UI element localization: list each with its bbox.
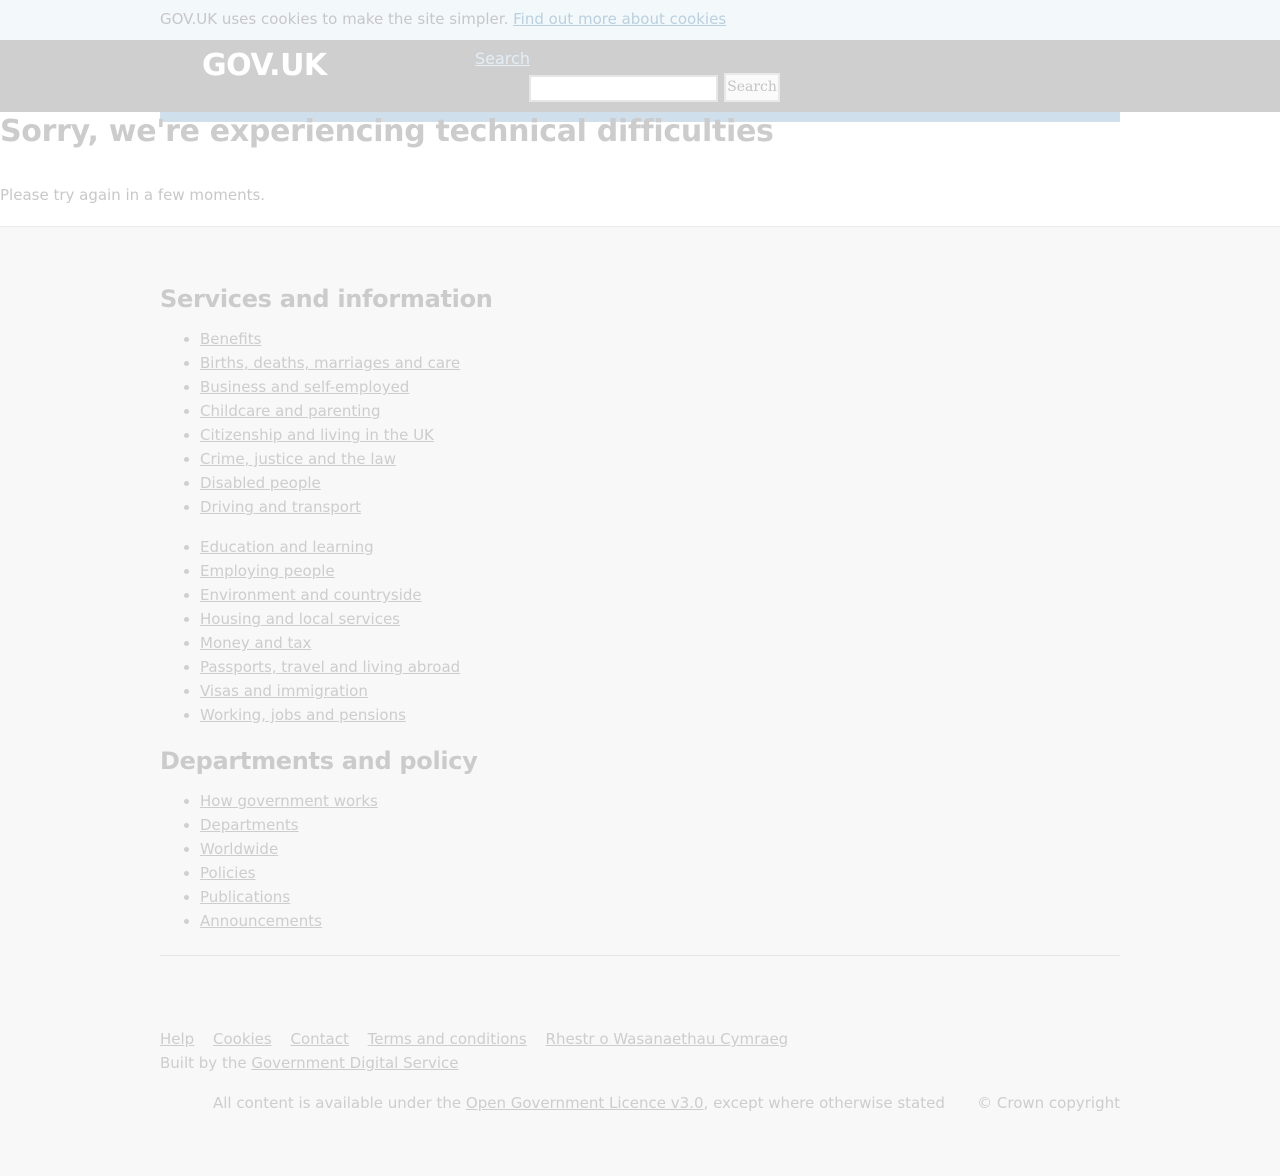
list-item: Crime, justice and the law	[200, 447, 493, 471]
crown-copyright-link[interactable]: © Crown copyright	[977, 1094, 1120, 1112]
services-list-1: Benefits Births, deaths, marriages and c…	[160, 327, 493, 519]
services-section: Services and information Benefits Births…	[160, 285, 493, 727]
services-list-2: Education and learning Employing people …	[160, 535, 493, 727]
departments-link[interactable]: Departments	[200, 816, 299, 834]
gds-link[interactable]: Government Digital Service	[251, 1054, 458, 1072]
built-by: Built by the Government Digital Service	[160, 1054, 459, 1072]
cookie-banner-text: GOV.UK uses cookies to make the site sim…	[160, 10, 509, 28]
departments-link[interactable]: Policies	[200, 864, 255, 882]
list-item: Passports, travel and living abroad	[200, 655, 493, 679]
list-item: Housing and local services	[200, 607, 493, 631]
services-link[interactable]: Money and tax	[200, 634, 311, 652]
list-item: Births, deaths, marriages and care	[200, 351, 493, 375]
list-item: Departments	[200, 813, 478, 837]
licence-prefix: All content is available under the	[213, 1094, 462, 1112]
services-link[interactable]: Visas and immigration	[200, 682, 368, 700]
services-heading: Services and information	[160, 285, 493, 313]
services-link[interactable]: Housing and local services	[200, 610, 400, 628]
footer-divider	[160, 955, 1120, 956]
page-title: Sorry, we're experiencing technical diff…	[0, 114, 774, 149]
site-footer: Services and information Benefits Births…	[0, 226, 1280, 1176]
terms-link[interactable]: Terms and conditions	[368, 1030, 527, 1048]
built-by-text: Built by the	[160, 1054, 247, 1072]
footer-meta-links: Help Cookies Contact Terms and condition…	[160, 1030, 802, 1048]
error-message: Please try again in a few moments.	[0, 186, 266, 204]
departments-link[interactable]: Publications	[200, 888, 290, 906]
list-item: Childcare and parenting	[200, 399, 493, 423]
list-item: Education and learning	[200, 535, 493, 559]
search-input[interactable]	[529, 75, 718, 102]
help-link[interactable]: Help	[160, 1030, 194, 1048]
list-item: Employing people	[200, 559, 493, 583]
services-link[interactable]: Business and self-employed	[200, 378, 409, 396]
licence-statement: All content is available under the Open …	[213, 1094, 945, 1112]
search-button[interactable]: Search	[724, 73, 780, 102]
list-item: Announcements	[200, 909, 478, 933]
contact-link[interactable]: Contact	[291, 1030, 349, 1048]
services-link[interactable]: Disabled people	[200, 474, 321, 492]
list-item: Working, jobs and pensions	[200, 703, 493, 727]
services-link[interactable]: Passports, travel and living abroad	[200, 658, 460, 676]
list-item: Money and tax	[200, 631, 493, 655]
services-link[interactable]: Driving and transport	[200, 498, 361, 516]
departments-section: Departments and policy How government wo…	[160, 747, 478, 933]
list-item: Visas and immigration	[200, 679, 493, 703]
welsh-services-link[interactable]: Rhestr o Wasanaethau Cymraeg	[546, 1030, 789, 1048]
departments-link[interactable]: Worldwide	[200, 840, 278, 858]
list-item: Worldwide	[200, 837, 478, 861]
departments-heading: Departments and policy	[160, 747, 478, 775]
list-item: Benefits	[200, 327, 493, 351]
departments-list: How government works Departments Worldwi…	[160, 789, 478, 933]
services-link[interactable]: Citizenship and living in the UK	[200, 426, 434, 444]
list-item: Environment and countryside	[200, 583, 493, 607]
list-item: Business and self-employed	[200, 375, 493, 399]
list-item: Policies	[200, 861, 478, 885]
cookie-banner: GOV.UK uses cookies to make the site sim…	[0, 0, 1280, 40]
list-item: Citizenship and living in the UK	[200, 423, 493, 447]
list-item: Disabled people	[200, 471, 493, 495]
cookie-info-link[interactable]: Find out more about cookies	[513, 10, 726, 28]
cookies-link[interactable]: Cookies	[213, 1030, 272, 1048]
list-item: Publications	[200, 885, 478, 909]
services-link[interactable]: Crime, justice and the law	[200, 450, 396, 468]
list-item: Driving and transport	[200, 495, 493, 519]
services-link[interactable]: Environment and countryside	[200, 586, 422, 604]
search-link[interactable]: Search	[475, 49, 530, 68]
departments-link[interactable]: Announcements	[200, 912, 322, 930]
services-link[interactable]: Births, deaths, marriages and care	[200, 354, 460, 372]
departments-link[interactable]: How government works	[200, 792, 378, 810]
services-link[interactable]: Employing people	[200, 562, 335, 580]
licence-suffix: , except where otherwise stated	[703, 1094, 945, 1112]
govuk-logo[interactable]: GOV.UK	[202, 48, 327, 83]
site-header: GOV.UK Search Search	[0, 40, 1280, 112]
services-link[interactable]: Childcare and parenting	[200, 402, 380, 420]
services-link[interactable]: Education and learning	[200, 538, 374, 556]
ogl-link[interactable]: Open Government Licence v3.0	[466, 1094, 704, 1112]
services-link[interactable]: Working, jobs and pensions	[200, 706, 406, 724]
list-item: How government works	[200, 789, 478, 813]
services-link[interactable]: Benefits	[200, 330, 261, 348]
main-content: Sorry, we're experiencing technical diff…	[0, 112, 1280, 226]
